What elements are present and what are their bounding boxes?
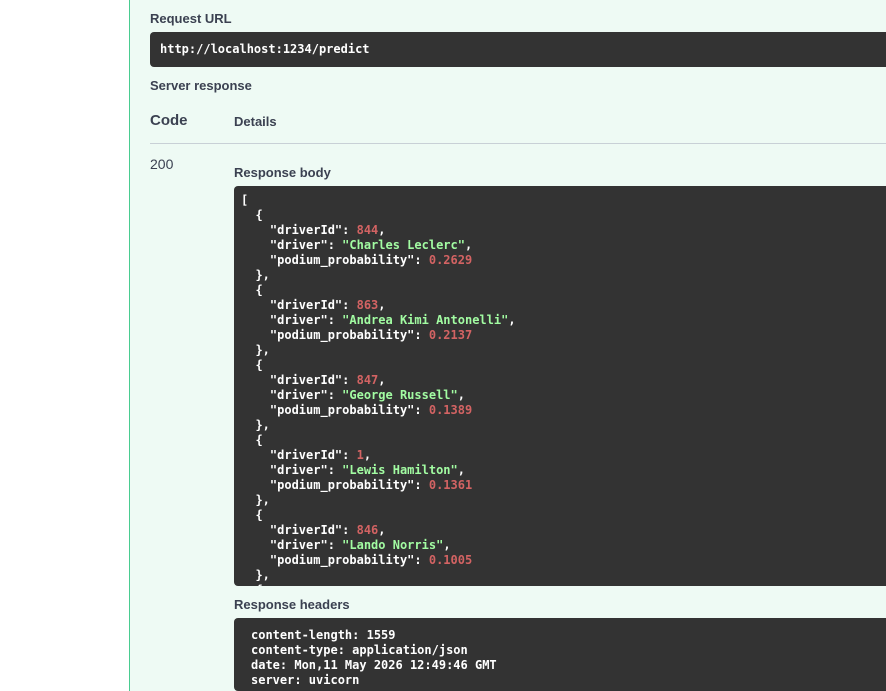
json-number: 846 bbox=[356, 523, 379, 537]
json-number: 0.1361 bbox=[428, 478, 473, 492]
json-key: "podium_probability" bbox=[269, 478, 415, 492]
json-number: 1 bbox=[356, 448, 364, 462]
json-string: "Lando Norris" bbox=[342, 538, 444, 552]
json-string: "George Russell" bbox=[342, 388, 458, 402]
server-response-label: Server response bbox=[150, 78, 252, 93]
json-key: "driver" bbox=[269, 538, 328, 552]
json-key: "podium_probability" bbox=[269, 328, 415, 342]
code-column-header: Code bbox=[150, 112, 188, 129]
response-body-label: Response body bbox=[234, 165, 331, 180]
json-number: 0.1005 bbox=[428, 553, 473, 567]
response-headers-label: Response headers bbox=[234, 597, 350, 612]
json-key: "driverId" bbox=[269, 523, 343, 537]
json-number: 0.2629 bbox=[428, 253, 473, 267]
response-header-line: content-length: 1559 bbox=[251, 628, 396, 642]
json-key: "driverId" bbox=[269, 298, 343, 312]
json-key: "podium_probability" bbox=[269, 253, 415, 267]
json-key: "driverId" bbox=[269, 223, 343, 237]
response-headers[interactable]: content-length: 1559 content-type: appli… bbox=[234, 618, 886, 691]
request-url-label: Request URL bbox=[150, 11, 232, 26]
details-column-header: Details bbox=[234, 114, 277, 129]
json-number: 844 bbox=[356, 223, 379, 237]
response-body[interactable]: [ { "driverId": 844, "driver": "Charles … bbox=[234, 186, 886, 586]
header-divider bbox=[150, 143, 886, 144]
request-url-value[interactable]: http://localhost:1234/predict bbox=[150, 32, 886, 67]
json-key: "driver" bbox=[269, 313, 328, 327]
response-header-line: content-type: application/json bbox=[251, 643, 468, 657]
json-number: 0.2137 bbox=[428, 328, 473, 342]
json-key: "driver" bbox=[269, 238, 328, 252]
response-body-json: [ { "driverId": 844, "driver": "Charles … bbox=[241, 193, 516, 586]
json-string: "Andrea Kimi Antonelli" bbox=[342, 313, 509, 327]
response-code: 200 bbox=[150, 156, 174, 172]
json-string: "Lewis Hamilton" bbox=[342, 463, 458, 477]
json-key: "driver" bbox=[269, 388, 328, 402]
json-key: "driverId" bbox=[269, 448, 343, 462]
json-number: 0.1389 bbox=[428, 403, 473, 417]
json-key: "podium_probability" bbox=[269, 403, 415, 417]
json-key: "driver" bbox=[269, 463, 328, 477]
json-key: "driverId" bbox=[269, 373, 343, 387]
response-header-line: server: uvicorn bbox=[251, 673, 360, 687]
response-headers-text: content-length: 1559 content-type: appli… bbox=[251, 628, 886, 688]
json-string: "Charles Leclerc" bbox=[342, 238, 465, 252]
json-number: 863 bbox=[356, 298, 379, 312]
response-header-line: date: Mon,11 May 2026 12:49:46 GMT bbox=[251, 658, 497, 672]
json-key: "podium_probability" bbox=[269, 553, 415, 567]
json-number: 847 bbox=[356, 373, 379, 387]
